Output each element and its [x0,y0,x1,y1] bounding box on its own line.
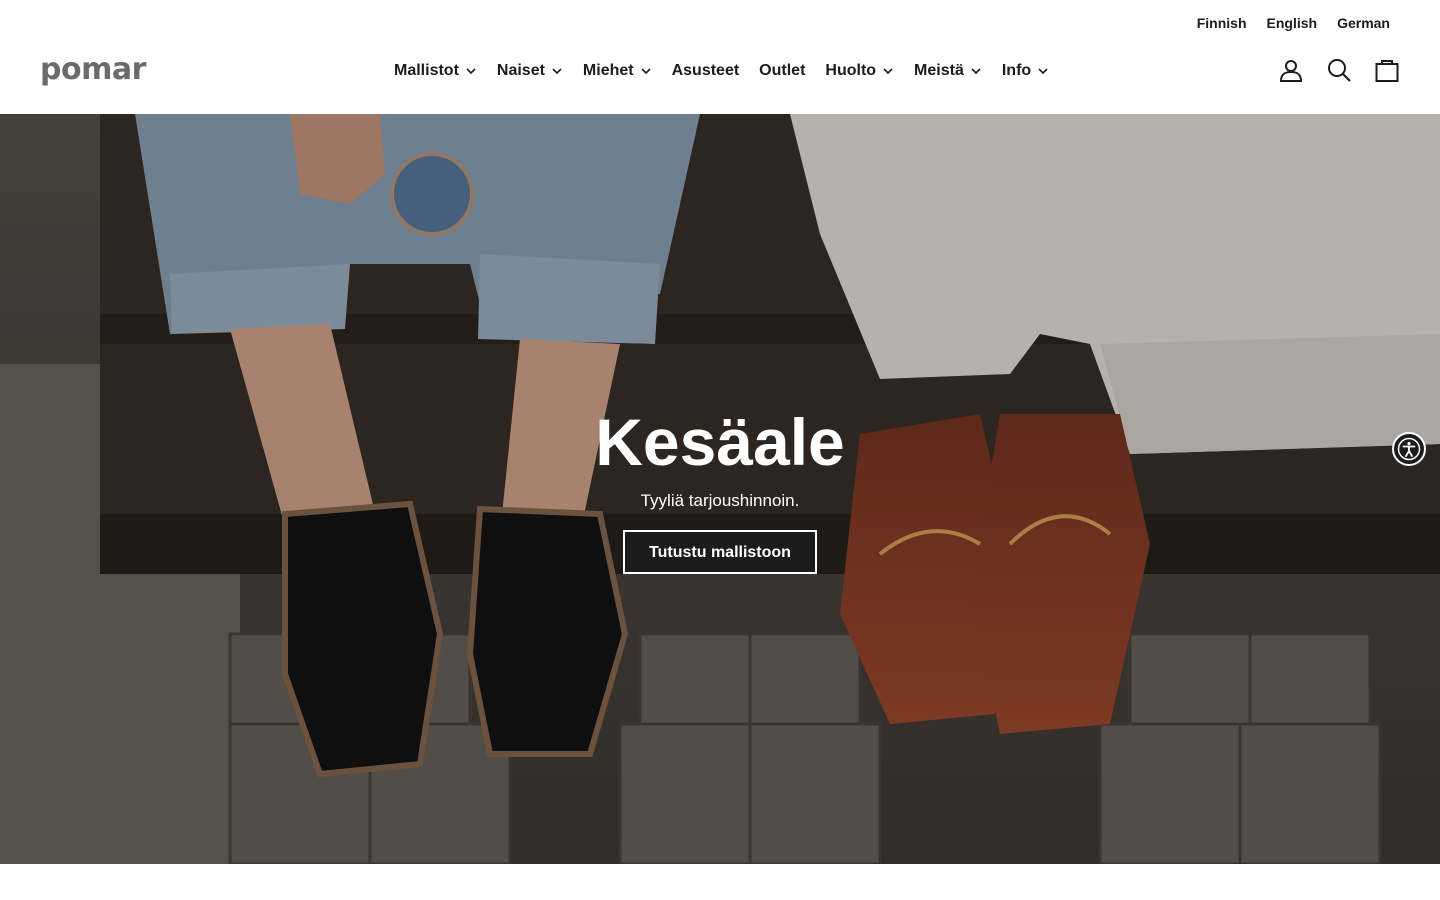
hero-banner: Kesäale Tyyliä tarjoushinnoin. Tutustu m… [0,114,1440,864]
nav-item-label: Miehet [582,62,634,79]
chevron-down-icon [1038,68,1048,75]
nav-item-info[interactable]: Info [992,62,1059,80]
hero-content: Kesäale Tyyliä tarjoushinnoin. Tutustu m… [0,404,1440,574]
nav-item-outlet[interactable]: Outlet [749,62,815,80]
hero-title: Kesäale [595,405,845,479]
nav-item-label: Outlet [759,62,806,79]
nav-item-huolto[interactable]: Huolto [815,62,904,80]
language-finnish[interactable]: Finnish [1197,15,1247,31]
language-bar: Finnish English German [0,0,1440,44]
nav-item-label: Asusteet [671,62,740,79]
chevron-down-icon [883,68,893,75]
nav-item-label: Info [1001,62,1032,79]
hero-subtitle: Tyyliä tarjoushinnoin. [640,491,800,510]
nav-item-label: Huolto [825,62,877,79]
hero-cta-button[interactable]: Tutustu mallistoon [623,530,817,574]
accessibility-icon [1397,437,1421,461]
logo[interactable]: pomar [40,52,146,88]
nav-item-mallistot[interactable]: Mallistot [384,62,487,80]
chevron-down-icon [971,68,981,75]
language-english[interactable]: English [1267,15,1318,31]
nav-item-miehet[interactable]: Miehet [573,62,662,80]
chevron-down-icon [641,68,651,75]
main-nav: Mallistot Naiset Miehet Asusteet Outlet … [384,59,1059,83]
account-icon[interactable] [1278,56,1304,84]
nav-item-asusteet[interactable]: Asusteet [662,62,750,80]
chevron-down-icon [552,68,562,75]
nav-item-label: Meistä [914,62,964,79]
nav-item-naiset[interactable]: Naiset [487,62,573,80]
site-header: pomar Mallistot Naiset Miehet Asusteet O… [0,44,1440,114]
header-icons [1278,56,1400,84]
language-german[interactable]: German [1337,15,1390,31]
search-icon[interactable] [1326,56,1352,84]
nav-item-meista[interactable]: Meistä [904,62,992,80]
nav-item-label: Mallistot [394,62,459,79]
chevron-down-icon [466,68,476,75]
nav-item-label: Naiset [496,62,545,79]
language-list: Finnish English German [1197,15,1390,31]
accessibility-button[interactable] [1392,432,1426,466]
cart-icon[interactable] [1374,56,1400,84]
